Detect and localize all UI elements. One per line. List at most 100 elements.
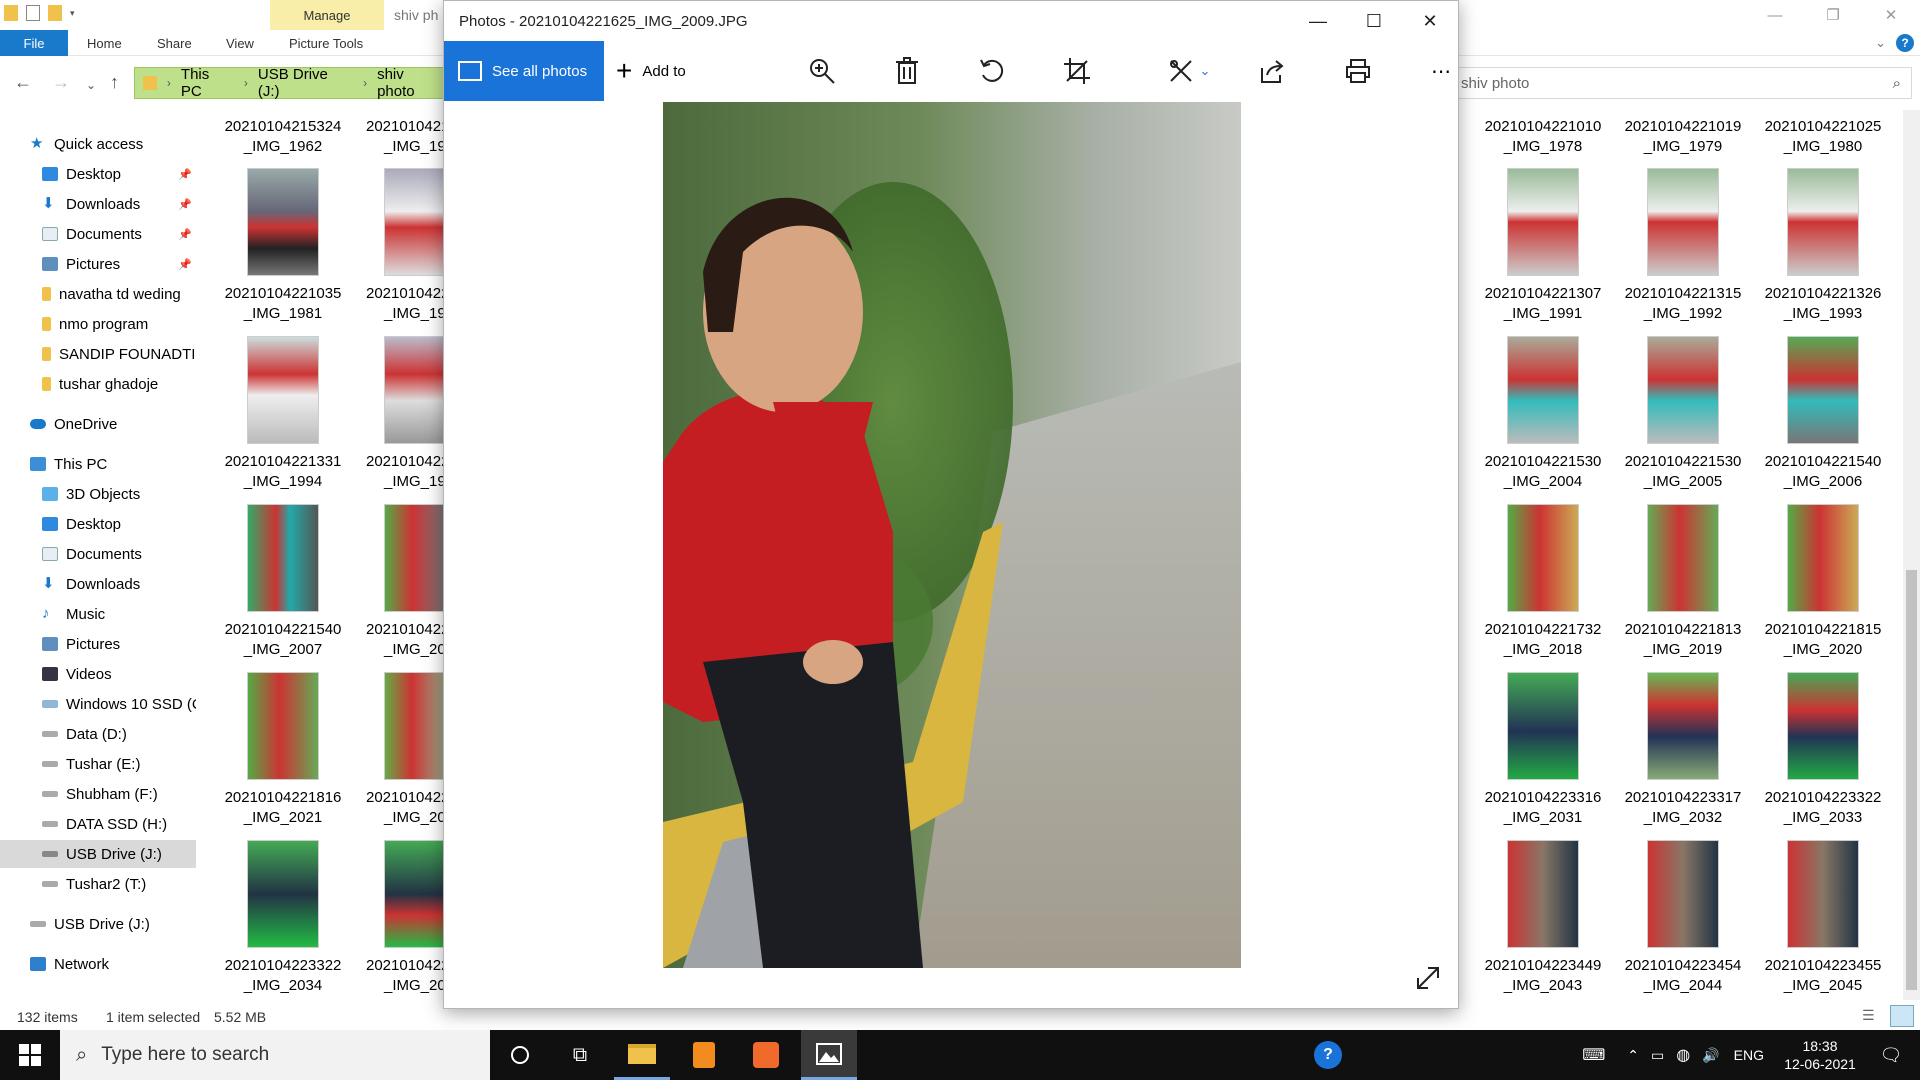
task-view-icon[interactable]: ⧉	[552, 1030, 608, 1080]
taskbar-search-box[interactable]: ⌕ Type here to search	[60, 1030, 490, 1080]
file-tile[interactable]: 20210104221019 _IMG_1979	[1616, 117, 1750, 157]
xampp-icon[interactable]	[738, 1030, 794, 1080]
chevron-down-icon[interactable]: ⌄	[1200, 63, 1211, 79]
tab-picture-tools[interactable]: Picture Tools	[289, 30, 363, 56]
file-tile[interactable]: 20210104223455 _IMG_2045	[1756, 840, 1890, 996]
file-tile[interactable]: 20210104221010 _IMG_1978	[1476, 117, 1610, 157]
forward-arrow-icon[interactable]: →	[52, 72, 70, 93]
nav-quick-access[interactable]: ★ Quick access	[0, 130, 196, 158]
manage-contextual-tab[interactable]: Manage	[270, 0, 384, 30]
start-button[interactable]	[0, 1030, 60, 1080]
nav-nmo-folder[interactable]: nmo program	[0, 310, 196, 338]
file-tile[interactable]: 20210104223322 _IMG_2034	[216, 840, 350, 996]
back-arrow-icon[interactable]: ←	[14, 72, 32, 93]
notifications-icon[interactable]: 🗨	[1862, 1045, 1920, 1066]
breadcrumb-shiv-photo[interactable]: shiv photo	[377, 66, 445, 100]
search-icon[interactable]: ⌕	[1893, 75, 1901, 92]
sublime-text-icon[interactable]	[676, 1030, 732, 1080]
file-tile[interactable]: 20210104221815 _IMG_2020	[1756, 504, 1890, 660]
nav-pictures[interactable]: Pictures	[0, 630, 196, 658]
help-app-icon[interactable]: ?	[1300, 1030, 1356, 1080]
nav-3d-objects[interactable]: 3D Objects	[0, 480, 196, 508]
breadcrumb-this-pc[interactable]: This PC	[181, 66, 234, 100]
file-tile[interactable]: 20210104223449 _IMG_2043	[1476, 840, 1610, 996]
file-tile[interactable]: 20210104221530 _IMG_2005	[1616, 336, 1750, 492]
file-tile[interactable]: 20210104221035 _IMG_1981	[216, 168, 350, 324]
search-input[interactable]: shiv photo ⌕	[1452, 67, 1912, 99]
zoom-in-icon[interactable]	[806, 55, 838, 87]
chevron-right-icon[interactable]: ›	[167, 76, 171, 90]
vertical-scrollbar[interactable]	[1903, 110, 1920, 1000]
cortana-icon[interactable]	[492, 1030, 548, 1080]
nav-downloads[interactable]: ⬇ Downloads	[0, 570, 196, 598]
more-options-icon[interactable]: ⋯	[1426, 55, 1458, 87]
tab-file[interactable]: File	[0, 30, 68, 56]
keyboard-icon[interactable]: ⌨	[1582, 1045, 1605, 1065]
file-tile[interactable]: 20210104221816 _IMG_2021	[216, 672, 350, 828]
volume-icon[interactable]: 🔊	[1702, 1047, 1719, 1064]
file-tile[interactable]: 20210104221540 _IMG_2006	[1756, 336, 1890, 492]
file-tile[interactable]: 20210104223317 _IMG_2032	[1616, 672, 1750, 828]
rotate-icon[interactable]	[976, 55, 1008, 87]
restore-icon[interactable]: ❐	[1804, 0, 1862, 30]
nav-navatha-folder[interactable]: navatha td weding	[0, 280, 196, 308]
file-tile[interactable]: 20210104221540 _IMG_2007	[216, 504, 350, 660]
expand-ribbon-icon[interactable]: ⌄	[1875, 35, 1886, 51]
see-all-photos-button[interactable]: See all photos	[444, 41, 604, 101]
tab-view[interactable]: View	[226, 30, 254, 56]
file-tile[interactable]: 20210104221025 _IMG_1980	[1756, 117, 1890, 157]
new-folder-icon[interactable]	[48, 5, 62, 21]
chevron-right-icon[interactable]: ›	[244, 76, 248, 90]
close-icon[interactable]: ✕	[1402, 1, 1458, 41]
nav-downloads-pinned[interactable]: ⬇ Downloads 📌	[0, 190, 196, 218]
close-icon[interactable]: ✕	[1862, 0, 1920, 30]
file-tile[interactable]: 20210104221326 _IMG_1993	[1756, 168, 1890, 324]
minimize-icon[interactable]: —	[1746, 0, 1804, 30]
file-tile[interactable]: 2021010422 _IMG_20	[366, 840, 446, 996]
file-tile[interactable]: 2021010421 _IMG_19	[352, 117, 452, 157]
nav-documents-pinned[interactable]: Documents 📌	[0, 220, 196, 248]
nav-drive-f[interactable]: Shubham (F:)	[0, 780, 196, 808]
file-tile[interactable]: 20210104215324 _IMG_1962	[216, 117, 350, 157]
delete-icon[interactable]	[891, 55, 923, 87]
nav-pictures-pinned[interactable]: Pictures 📌	[0, 250, 196, 278]
scrollbar-thumb[interactable]	[1906, 570, 1917, 990]
nav-sandip-folder[interactable]: SANDIP FOUNADTI	[0, 340, 196, 368]
share-icon[interactable]	[1256, 55, 1288, 87]
file-tile[interactable]: 20210104221331 _IMG_1994	[216, 336, 350, 492]
file-tile[interactable]: 20210104221530 _IMG_2004	[1476, 336, 1610, 492]
nav-drive-h[interactable]: DATA SSD (H:)	[0, 810, 196, 838]
file-tile[interactable]: 2021010422 _IMG_19	[366, 168, 446, 324]
chevron-right-icon[interactable]: ›	[363, 76, 367, 90]
breadcrumb-usb-drive[interactable]: USB Drive (J:)	[258, 66, 353, 100]
chevron-up-icon[interactable]: ⌃	[1627, 1047, 1639, 1064]
clock[interactable]: 18:38 12-06-2021	[1778, 1037, 1862, 1073]
nav-desktop-pinned[interactable]: Desktop 📌	[0, 160, 196, 188]
file-tile[interactable]: 2021010422 _IMG_20	[366, 504, 446, 660]
file-tile[interactable]: 20210104221732 _IMG_2018	[1476, 504, 1610, 660]
file-tile[interactable]: 2021010422 _IMG_20	[366, 672, 446, 828]
nav-videos[interactable]: Videos	[0, 660, 196, 688]
large-icons-view-icon[interactable]	[1890, 1005, 1914, 1027]
language-indicator[interactable]: ENG	[1734, 1047, 1764, 1063]
file-tile[interactable]: 20210104221307 _IMG_1991	[1476, 168, 1610, 324]
help-icon[interactable]: ?	[1896, 34, 1914, 52]
maximize-icon[interactable]: ☐	[1346, 1, 1402, 41]
nav-drive-d[interactable]: Data (D:)	[0, 720, 196, 748]
file-tile[interactable]: 20210104223316 _IMG_2031	[1476, 672, 1610, 828]
nav-network[interactable]: Network	[0, 950, 196, 978]
nav-usb-drive[interactable]: USB Drive (J:)	[0, 910, 196, 938]
file-tile[interactable]: 20210104221315 _IMG_1992	[1616, 168, 1750, 324]
add-to-button[interactable]: + Add to	[616, 41, 686, 101]
nav-music[interactable]: ♪ Music	[0, 600, 196, 628]
photo-canvas[interactable]	[663, 102, 1241, 968]
nav-onedrive[interactable]: OneDrive	[0, 410, 196, 438]
full-screen-icon[interactable]	[1414, 964, 1442, 992]
nav-drive-t[interactable]: Tushar2 (T:)	[0, 870, 196, 898]
photos-taskbar-icon[interactable]	[801, 1030, 857, 1080]
customize-toolbar-icon[interactable]: ▾	[70, 8, 75, 19]
crop-icon[interactable]	[1061, 55, 1093, 87]
network-icon[interactable]: ◍	[1676, 1045, 1690, 1065]
nav-drive-j[interactable]: USB Drive (J:)	[0, 840, 196, 868]
file-explorer-taskbar-icon[interactable]	[614, 1030, 670, 1080]
